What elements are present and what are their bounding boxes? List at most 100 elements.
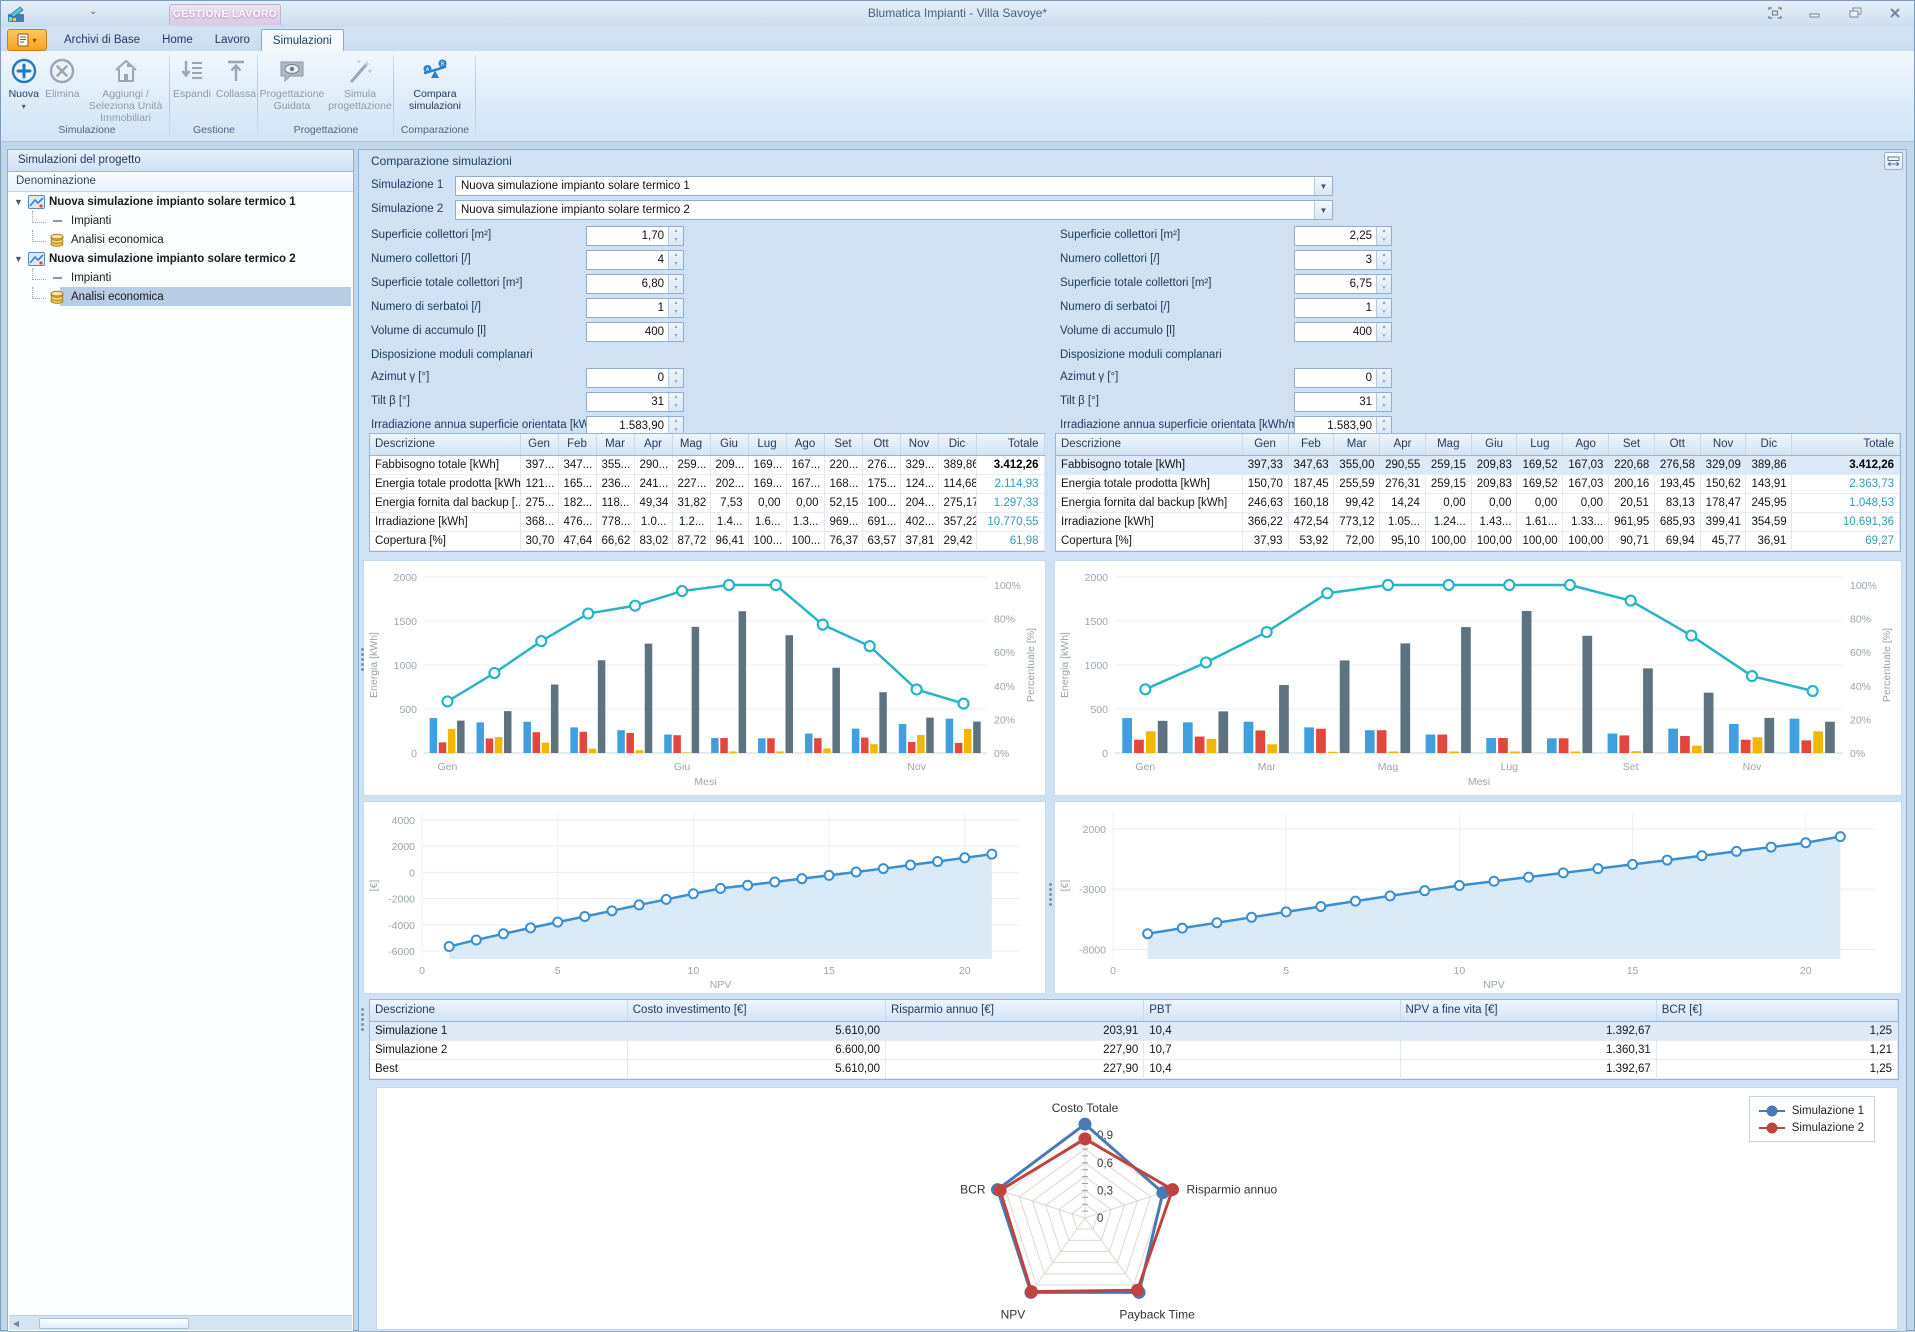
splitter-grip[interactable]	[1047, 880, 1054, 914]
column-header[interactable]: Risparmio annuo [€]	[886, 1000, 1144, 1021]
spinner-buttons[interactable]: ▲▼	[1376, 251, 1391, 269]
spinner-buttons[interactable]: ▲▼	[1376, 393, 1391, 411]
tree-node-impianti[interactable]: Impianti	[8, 211, 353, 230]
panel-resize-button[interactable]	[1884, 152, 1903, 170]
tab-lavoro[interactable]: Lavoro	[204, 29, 261, 51]
minimize-icon[interactable]	[1806, 5, 1824, 21]
tree-node-analisi-economica[interactable]: Analisi economica	[8, 287, 353, 306]
table-row[interactable]: Copertura [%]37,9353,9272,0095,10100,001…	[1056, 531, 1900, 550]
spinner-buttons[interactable]: ▲▼	[1376, 275, 1391, 293]
chevron-down-icon[interactable]: ▼	[1314, 201, 1332, 219]
table-row[interactable]: Energia totale prodotta [kWh]121...165..…	[370, 474, 1044, 493]
scroll-left-icon[interactable]: ◀	[9, 1319, 23, 1328]
column-header[interactable]: Ott	[1654, 434, 1700, 455]
spinner-buttons[interactable]: ▲▼	[1376, 299, 1391, 317]
column-header[interactable]: Totale	[1792, 434, 1900, 455]
column-header[interactable]: Set	[824, 434, 862, 455]
table-row[interactable]: Irradiazione [kWh]368...476...778...1.0.…	[370, 512, 1044, 531]
column-header[interactable]: Apr	[1380, 434, 1426, 455]
param-input[interactable]: 2,25▲▼	[1294, 226, 1392, 246]
restore-icon[interactable]	[1846, 5, 1864, 21]
spin-up-icon[interactable]: ▲	[1377, 251, 1391, 260]
sidebar-column-header[interactable]: Denominazione	[8, 172, 353, 192]
column-header[interactable]: Ago	[1563, 434, 1609, 455]
column-header[interactable]: Mag	[672, 434, 710, 455]
column-header[interactable]: Nov	[900, 434, 938, 455]
column-header[interactable]: Dic	[938, 434, 976, 455]
column-header[interactable]: Feb	[1288, 434, 1334, 455]
column-header[interactable]: Dic	[1746, 434, 1792, 455]
column-header[interactable]: Ott	[862, 434, 900, 455]
splitter-grip[interactable]	[359, 1005, 366, 1039]
column-header[interactable]: Descrizione	[1056, 434, 1242, 455]
spin-down-icon[interactable]: ▼	[1377, 332, 1391, 341]
tree-node-analisi-economica[interactable]: Analisi economica	[8, 230, 353, 249]
collapse-twisty-icon[interactable]: ▼	[14, 197, 26, 207]
nuova-button[interactable]: Nuova▾	[5, 55, 43, 113]
sidebar-horizontal-scrollbar[interactable]: ◀	[9, 1315, 352, 1330]
param-input[interactable]: 0▲▼	[1294, 368, 1392, 388]
spin-up-icon[interactable]: ▲	[1377, 369, 1391, 378]
simulazione-1-combobox[interactable]: Nuova simulazione impianto solare termic…	[455, 176, 1333, 196]
column-header[interactable]: Descrizione	[370, 1000, 627, 1021]
table-row[interactable]: Irradiazione [kWh]366,22472,54773,121.05…	[1056, 512, 1900, 531]
spin-down-icon[interactable]: ▼	[1377, 236, 1391, 245]
spin-up-icon[interactable]: ▲	[1377, 227, 1391, 236]
column-header[interactable]: Set	[1609, 434, 1655, 455]
spin-down-icon[interactable]: ▼	[1377, 260, 1391, 269]
spin-up-icon[interactable]: ▲	[1377, 393, 1391, 402]
column-header[interactable]: Mar	[596, 434, 634, 455]
spin-down-icon[interactable]: ▼	[1377, 284, 1391, 293]
table-row[interactable]: Energia totale prodotta [kWh]150,70187,4…	[1056, 474, 1900, 493]
column-header[interactable]: Descrizione	[370, 434, 520, 455]
column-header[interactable]: NPV a fine vita [€]	[1400, 1000, 1656, 1021]
splitter-grip[interactable]	[359, 645, 366, 679]
table-row[interactable]: Fabbisogno totale [kWh]397,33347,63355,0…	[1056, 455, 1900, 474]
table-row[interactable]: Copertura [%]30,7047,6466,6283,0287,7296…	[370, 531, 1044, 550]
table-row[interactable]: Simulazione 15.610,00203,9110,41.392,671…	[370, 1021, 1898, 1040]
table-row[interactable]: Energia fornita dal backup [kWh]246,6316…	[1056, 493, 1900, 512]
application-menu-button[interactable]: ▾	[7, 29, 47, 51]
collapse-twisty-icon[interactable]: ▼	[14, 254, 26, 264]
column-header[interactable]: Ago	[786, 434, 824, 455]
spin-down-icon[interactable]: ▼	[1377, 402, 1391, 411]
column-header[interactable]: Giu	[1471, 434, 1517, 455]
column-header[interactable]: Totale	[976, 434, 1044, 455]
column-header[interactable]: Nov	[1700, 434, 1746, 455]
param-input[interactable]: 1▲▼	[1294, 298, 1392, 318]
tree-node-impianti[interactable]: Impianti	[8, 268, 353, 287]
fit-window-icon[interactable]	[1766, 5, 1784, 21]
tree-node-simulation-2[interactable]: ▼Nuova simulazione impianto solare termi…	[8, 249, 353, 268]
close-icon[interactable]	[1886, 5, 1904, 21]
table-row[interactable]: Energia fornita dal backup [...275...182…	[370, 493, 1044, 512]
spinner-buttons[interactable]: ▲▼	[1376, 369, 1391, 387]
simulazione-2-combobox[interactable]: Nuova simulazione impianto solare termic…	[455, 200, 1333, 220]
column-header[interactable]: Mag	[1425, 434, 1471, 455]
spin-up-icon[interactable]: ▲	[1377, 275, 1391, 284]
column-header[interactable]: Gen	[520, 434, 558, 455]
spin-up-icon[interactable]: ▲	[1377, 417, 1391, 426]
spinner-buttons[interactable]: ▲▼	[1376, 227, 1391, 245]
chevron-down-icon[interactable]: ▼	[1314, 177, 1332, 195]
tree-node-simulation-1[interactable]: ▼Nuova simulazione impianto solare termi…	[8, 192, 353, 211]
param-input[interactable]: 3▲▼	[1294, 250, 1392, 270]
spin-down-icon[interactable]: ▼	[1377, 378, 1391, 387]
table-row[interactable]: Best5.610,00227,9010,41.392,671,25	[370, 1059, 1898, 1078]
table-row[interactable]: Simulazione 26.600,00227,9010,71.360,311…	[370, 1040, 1898, 1059]
table-row[interactable]: Fabbisogno totale [kWh]397...347...355..…	[370, 455, 1044, 474]
param-input[interactable]: 6,75▲▼	[1294, 274, 1392, 294]
spin-up-icon[interactable]: ▲	[1377, 299, 1391, 308]
tab-home[interactable]: Home	[151, 29, 204, 51]
scrollbar-thumb[interactable]	[39, 1318, 189, 1329]
spinner-buttons[interactable]: ▲▼	[1376, 323, 1391, 341]
column-header[interactable]: Feb	[558, 434, 596, 455]
spin-up-icon[interactable]: ▲	[1377, 323, 1391, 332]
column-header[interactable]: Apr	[634, 434, 672, 455]
column-header[interactable]: Mar	[1334, 434, 1380, 455]
column-header[interactable]: Costo investimento [€]	[627, 1000, 885, 1021]
param-input[interactable]: 400▲▼	[1294, 322, 1392, 342]
column-header[interactable]: PBT	[1144, 1000, 1400, 1021]
column-header[interactable]: Lug	[748, 434, 786, 455]
column-header[interactable]: BCR [€]	[1656, 1000, 1897, 1021]
column-header[interactable]: Giu	[710, 434, 748, 455]
